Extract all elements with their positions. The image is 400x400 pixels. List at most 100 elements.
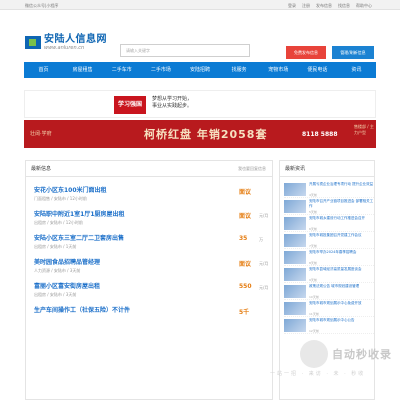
item-meta: 门面租售 / 安陆市 / 12小时前 <box>34 196 87 201</box>
news-item[interactable]: 安陆市举办2024年春季招聘会 8天前 <box>284 249 374 266</box>
news-item[interactable]: 开展亏损企业治理专项行动 提升企业效益 4天前 <box>284 181 374 198</box>
top-link-find[interactable]: 找信息 <box>338 3 350 9</box>
realestate-headline: 柯桥红盘 年销2058套 <box>144 128 268 141</box>
news-date: 6天前 <box>309 227 317 231</box>
nav-item-phonebook[interactable]: 便民电话 <box>298 62 337 78</box>
watermark-subtext: 一站一招 · 来访 · 未 · 秒收 <box>270 371 366 377</box>
nav-item-used-cars[interactable]: 二手车市 <box>102 62 141 78</box>
news-title[interactable]: 开展亏损企业治理专项行动 提升企业效益 <box>309 182 375 192</box>
news-title[interactable]: 政策法规公告 城市规划建设管理 <box>309 284 375 294</box>
news-thumbnail[interactable] <box>284 251 306 264</box>
nav-item-jobs[interactable]: 安陆招聘 <box>180 62 219 78</box>
top-link-post[interactable]: 发布信息 <box>316 3 332 9</box>
list-item[interactable]: 生产车间操作工（社保五险）不计件 5千 <box>34 302 270 326</box>
item-title[interactable]: 安陆职中附近1室1厅1厨房屋出租 <box>34 209 125 218</box>
news-item[interactable]: 安陆市县域经济高质量发展座谈会 9天前 <box>284 266 374 283</box>
news-thumbnail[interactable] <box>284 217 306 230</box>
item-unit: 元/月 <box>259 213 269 218</box>
news-title[interactable]: 安陆市城投集团召开党建工作会议 <box>309 233 375 243</box>
news-thumbnail[interactable] <box>284 200 306 213</box>
item-unit: 元/月 <box>259 285 269 290</box>
latest-info-list: 安花小区东100米门面出租 门面租售 / 安陆市 / 12小时前 面议 安陆职中… <box>34 182 270 326</box>
nav-item-news[interactable]: 资讯 <box>337 62 376 78</box>
news-date: 9天前 <box>309 278 317 282</box>
post-free-button[interactable]: 免费发布信息 <box>286 46 326 59</box>
study-brand: 学习强国 <box>114 96 146 114</box>
nav-item-home[interactable]: 首页 <box>24 62 63 78</box>
item-price: 面议 <box>239 213 252 220</box>
news-item[interactable]: 安陆市城乡建设行动工作推进会召开 6天前 <box>284 215 374 232</box>
news-thumbnail[interactable] <box>284 285 306 298</box>
item-meta: 出租房 / 安陆市 / 12小时前 <box>34 220 83 225</box>
header: 安陆人信息网 www.anluren.cn 请输入关键字 免费发布信息 管理/刷… <box>0 10 400 60</box>
top-links: 登录 注册 发布信息 找信息 帮助中心 <box>288 3 372 9</box>
manage-refresh-button[interactable]: 管理/刷新信息 <box>332 46 374 59</box>
item-title[interactable]: 生产车间操作工（社保五险）不计件 <box>34 305 130 314</box>
news-title[interactable]: 安陆市举办2024年春季招聘会 <box>309 250 375 260</box>
news-title[interactable]: 安陆市城市规划展示中心公告 <box>309 318 375 328</box>
study-slogan-line1: 梦想从学习开始， <box>152 96 193 102</box>
news-item[interactable]: 安陆市召开产业链项目推进会 部署相关工作 5天前 <box>284 198 374 215</box>
top-link-login[interactable]: 登录 <box>288 3 296 9</box>
latest-info-title: 最新信息 <box>31 166 52 172</box>
logo-title: 安陆人信息网 <box>44 34 107 45</box>
item-title[interactable]: 安花小区东100米门面出租 <box>34 185 107 194</box>
list-item[interactable]: 安花小区东100米门面出租 门面租售 / 安陆市 / 12小时前 面议 <box>34 182 270 206</box>
nav-item-services[interactable]: 找服务 <box>220 62 259 78</box>
item-title[interactable]: 安陆小区东三室二厅二卫套房出售 <box>34 233 124 242</box>
news-title[interactable]: 安陆市城乡建设行动工作推进会召开 <box>309 216 375 226</box>
top-bar: 微信公众号|小程序 登录 注册 发布信息 找信息 帮助中心 <box>0 0 400 10</box>
search-input[interactable]: 请输入关键字 <box>120 44 250 57</box>
logo-mark-icon <box>25 36 41 49</box>
logo-text: 安陆人信息网 www.anluren.cn <box>44 34 107 51</box>
item-meta: 出租房 / 安陆市 / 3天前 <box>34 292 77 297</box>
nav-item-second-hand[interactable]: 二手市场 <box>141 62 180 78</box>
news-thumbnail[interactable] <box>284 268 306 281</box>
item-meta: 人力资源 / 安陆市 / 3天前 <box>34 268 81 273</box>
news-item[interactable]: 安陆市城市规划展示中心公告 12天前 <box>284 317 374 334</box>
item-price: 面议 <box>239 261 252 268</box>
news-item[interactable]: 政策法规公告 城市规划建设管理 10天前 <box>284 283 374 300</box>
news-thumbnail[interactable] <box>284 234 306 247</box>
list-item[interactable]: 安陆职中附近1室1厅1厨房屋出租 出租房 / 安陆市 / 12小时前 面议 元/… <box>34 206 270 230</box>
news-thumbnail[interactable] <box>284 319 306 332</box>
latest-info-panel: 最新信息 我也要回复信息 安花小区东100米门面出租 门面租售 / 安陆市 / … <box>25 160 273 400</box>
realestate-banner[interactable]: 壮阔·学府 柯桥红盘 年销2058套 8118 5888 售楼部 / 主力户型 <box>24 120 376 148</box>
news-title[interactable]: 安陆市城市规划展示中心免费开放 <box>309 301 375 311</box>
latest-info-more-link[interactable]: 我也要回复信息 <box>238 166 266 172</box>
list-item[interactable]: 美时园食品招聘品管经理 人力资源 / 安陆市 / 3天前 面议 元/月 <box>34 254 270 278</box>
top-link-help[interactable]: 帮助中心 <box>356 3 372 9</box>
list-item[interactable]: 安陆小区东三室二厅二卫套房出售 出租房 / 安陆市 / 1天前 35 万 <box>34 230 270 254</box>
news-date: 5天前 <box>309 210 317 214</box>
latest-news-title: 最新资讯 <box>285 166 306 172</box>
nav-item-pets[interactable]: 宠物市场 <box>259 62 298 78</box>
item-title[interactable]: 富丽小区富安街房屋出租 <box>34 281 100 290</box>
main-nav: 首页 房屋租售 二手车市 二手市场 安陆招聘 找服务 宠物市场 便民电话 资讯 <box>24 62 376 78</box>
item-meta: 出租房 / 安陆市 / 1天前 <box>34 244 77 249</box>
page: 微信公众号|小程序 登录 注册 发布信息 找信息 帮助中心 安陆人信息网 www… <box>0 0 400 400</box>
watermark: 自动秒收录 <box>300 340 392 368</box>
news-date: 8天前 <box>309 261 317 265</box>
news-date: 12天前 <box>309 329 319 333</box>
study-banner[interactable]: 学习强国 梦想从学习开始， 事业从实践起步。 <box>24 90 376 118</box>
news-date: 10天前 <box>309 295 319 299</box>
news-date: 7天前 <box>309 244 317 248</box>
item-price: 35 <box>239 235 248 242</box>
watermark-logo-icon <box>300 340 328 368</box>
logo-domain: www.anluren.cn <box>44 45 85 51</box>
top-link-register[interactable]: 注册 <box>302 3 310 9</box>
site-logo[interactable]: 安陆人信息网 www.anluren.cn <box>25 34 107 51</box>
item-unit: 元/月 <box>259 261 269 266</box>
nav-item-housing[interactable]: 房屋租售 <box>63 62 102 78</box>
item-title[interactable]: 美时园食品招聘品管经理 <box>34 257 100 266</box>
news-title[interactable]: 安陆市县域经济高质量发展座谈会 <box>309 267 375 277</box>
news-item[interactable]: 安陆市城投集团召开党建工作会议 7天前 <box>284 232 374 249</box>
realestate-phone: 8118 5888 <box>302 131 338 138</box>
list-item[interactable]: 富丽小区富安街房屋出租 出租房 / 安陆市 / 3天前 550 元/月 <box>34 278 270 302</box>
news-item[interactable]: 安陆市城市规划展示中心免费开放 11天前 <box>284 300 374 317</box>
news-thumbnail[interactable] <box>284 302 306 315</box>
realestate-note: 售楼部 / 主力户型 <box>354 124 374 135</box>
news-title[interactable]: 安陆市召开产业链项目推进会 部署相关工作 <box>309 199 375 209</box>
news-thumbnail[interactable] <box>284 183 306 196</box>
wechat-mini-program-link[interactable]: 微信公众号|小程序 <box>25 3 58 9</box>
